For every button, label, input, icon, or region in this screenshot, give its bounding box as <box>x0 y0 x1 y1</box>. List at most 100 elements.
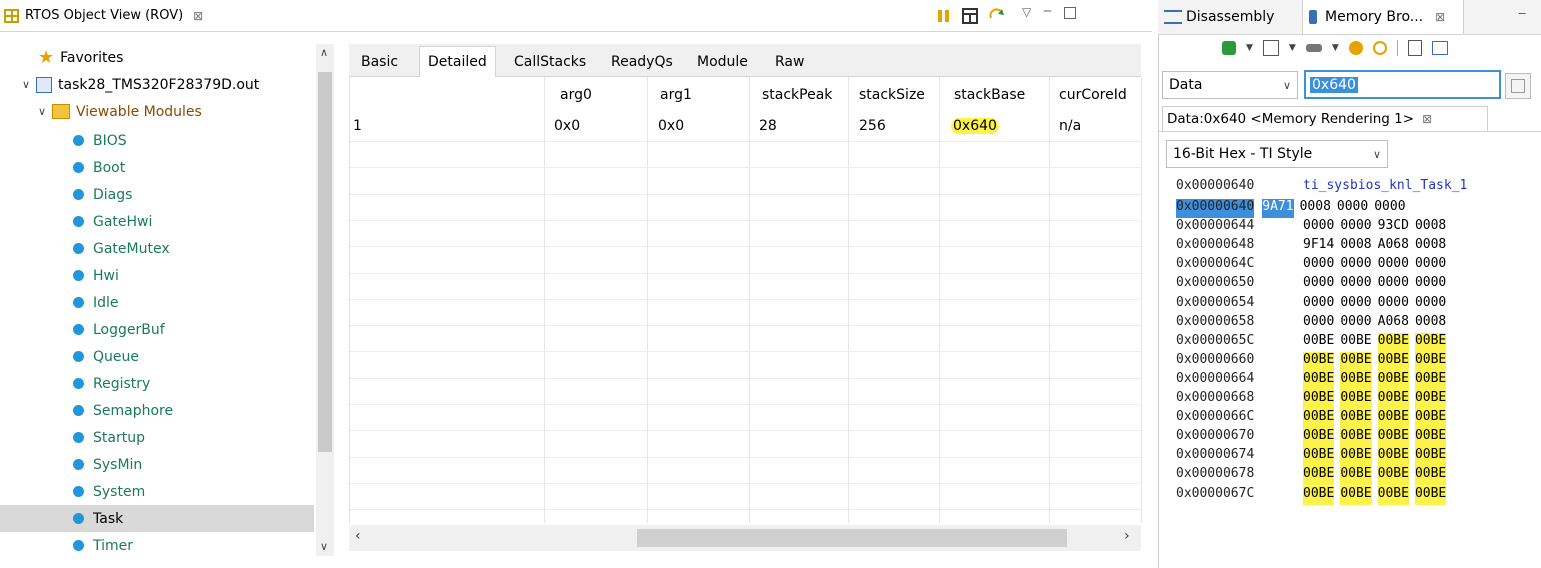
save-memory-icon[interactable] <box>1305 44 1322 52</box>
memory-value[interactable]: 0000 <box>1378 256 1409 275</box>
tree-item-module[interactable]: Task <box>0 505 314 532</box>
refresh-icon[interactable] <box>988 8 1004 24</box>
memory-value[interactable]: 00BE <box>1340 428 1372 448</box>
new-memory-monitor-icon[interactable] <box>1222 41 1236 55</box>
memory-value[interactable]: 00BE <box>1377 485 1409 505</box>
memory-value[interactable]: 00BE <box>1414 466 1447 486</box>
memory-value[interactable]: 00BE <box>1377 447 1409 467</box>
tab-callstacks[interactable]: CallStacks <box>506 50 594 74</box>
memory-row[interactable]: 0x00000644 0000 0000 93CD 0008 <box>1176 218 1452 237</box>
memory-row[interactable]: 0x00000664 00BE 00BE 00BE 00BE <box>1176 370 1452 390</box>
memory-value[interactable]: 0000 <box>1340 295 1371 314</box>
memory-value[interactable]: 00BE <box>1377 370 1409 390</box>
memory-value[interactable]: 00BE <box>1340 466 1372 486</box>
memory-value[interactable]: 0000 <box>1303 295 1334 314</box>
memory-value[interactable]: 00BE <box>1377 466 1409 486</box>
memory-value[interactable]: 0008 <box>1415 237 1446 256</box>
memory-value[interactable]: 0000 <box>1415 295 1446 314</box>
scroll-up-icon[interactable]: ∧ <box>320 46 328 59</box>
memory-value[interactable]: 0000 <box>1415 275 1446 294</box>
memory-row[interactable]: 0x0000067C 00BE 00BE 00BE 00BE <box>1176 485 1452 505</box>
memory-value[interactable]: 00BE <box>1303 370 1335 390</box>
close-icon[interactable]: ⊠ <box>1422 112 1432 126</box>
memory-value[interactable]: A068 <box>1378 314 1409 333</box>
memory-value[interactable]: 00BE <box>1303 351 1335 371</box>
tree-item-module[interactable]: Hwi <box>0 262 314 289</box>
memory-value[interactable]: 00BE <box>1340 485 1372 505</box>
memory-value[interactable]: 93CD <box>1378 218 1409 237</box>
memory-value[interactable]: 00BE <box>1377 332 1409 352</box>
memory-value[interactable]: 0000 <box>1303 256 1334 275</box>
memory-value[interactable]: 0008 <box>1415 314 1446 333</box>
memory-value[interactable]: A068 <box>1378 237 1409 256</box>
tab-module[interactable]: Module <box>689 50 756 74</box>
close-icon[interactable]: ⊠ <box>1435 10 1445 24</box>
tab-disassembly[interactable]: Disassembly <box>1158 0 1280 34</box>
dropdown-icon[interactable]: ▼ <box>1289 43 1296 53</box>
memory-value[interactable]: 00BE <box>1414 485 1447 505</box>
memory-value[interactable]: 00BE <box>1414 447 1447 467</box>
minimize-icon[interactable]: ‒ <box>1043 3 1052 19</box>
memory-value[interactable]: 0000 <box>1340 314 1371 333</box>
memory-value[interactable]: 00BE <box>1414 370 1447 390</box>
close-icon[interactable]: ⊠ <box>193 9 203 23</box>
memory-value[interactable]: 00BE <box>1414 390 1447 409</box>
tree-item-module[interactable]: Boot <box>0 154 314 181</box>
tree-item-module[interactable]: Diags <box>0 181 314 208</box>
memory-page-select[interactable]: Data ∨ <box>1162 71 1298 99</box>
memory-value[interactable]: 0000 <box>1303 275 1334 294</box>
tree-item-executable[interactable]: ∨ task28_TMS320F28379D.out <box>0 71 336 98</box>
memory-value[interactable]: 0000 <box>1415 256 1446 275</box>
table-grid-icon[interactable] <box>962 8 978 24</box>
load-memory-icon[interactable] <box>1262 40 1279 56</box>
memory-value[interactable]: 9F14 <box>1303 237 1334 256</box>
memory-value[interactable]: 00BE <box>1303 466 1335 486</box>
memory-value[interactable]: 00BE <box>1303 428 1335 448</box>
memory-row[interactable]: 0x0000066C 00BE 00BE 00BE 00BE <box>1176 409 1452 429</box>
memory-value[interactable]: 9A71 <box>1262 199 1294 218</box>
memory-row[interactable]: 0x00000674 00BE 00BE 00BE 00BE <box>1176 447 1452 467</box>
tree-item-module[interactable]: GateMutex <box>0 235 314 262</box>
memory-value[interactable]: 00BE <box>1303 485 1335 505</box>
memory-value[interactable]: 00BE <box>1303 447 1335 467</box>
memory-value[interactable]: 00BE <box>1377 428 1409 448</box>
scroll-down-icon[interactable]: ∨ <box>320 540 328 553</box>
minimize-icon[interactable]: ‒ <box>1518 6 1526 21</box>
view-menu-icon[interactable]: ▽ <box>1022 5 1031 19</box>
memory-row[interactable]: 0x0000064C 0000 0000 0000 0000 <box>1176 256 1452 275</box>
column-header-stackbase[interactable]: stackBase <box>954 87 1025 103</box>
scroll-left-icon[interactable]: ‹ <box>355 528 361 544</box>
go-button[interactable] <box>1505 73 1531 99</box>
memory-value[interactable]: 00BE <box>1340 409 1372 429</box>
memory-value[interactable]: 00BE <box>1414 332 1447 352</box>
tree-item-module[interactable]: Idle <box>0 289 314 316</box>
dropdown-icon[interactable]: ▼ <box>1246 43 1253 53</box>
tree-item-module[interactable]: Timer <box>0 532 314 559</box>
memory-value[interactable]: 00BE <box>1377 409 1409 429</box>
memory-row[interactable]: 0x00000640 9A71 0008 0000 0000 <box>1176 199 1412 218</box>
maximize-icon[interactable] <box>1064 7 1076 19</box>
memory-row[interactable]: 0x00000670 00BE 00BE 00BE 00BE <box>1176 428 1452 448</box>
rov-tab[interactable]: RTOS Object View (ROV) ⊠ <box>0 0 203 31</box>
chevron-down-icon[interactable]: ∨ <box>22 78 36 91</box>
memory-row[interactable]: 0x00000660 00BE 00BE 00BE 00BE <box>1176 351 1452 371</box>
tab-basic[interactable]: Basic <box>353 50 406 74</box>
column-header-arg1[interactable]: arg1 <box>660 87 692 103</box>
address-input[interactable]: 0x640 <box>1304 70 1501 99</box>
column-header-curcoreid[interactable]: curCoreId <box>1059 87 1127 103</box>
memory-value[interactable]: 00BE <box>1303 409 1335 429</box>
memory-row[interactable]: 0x00000648 9F14 0008 A068 0008 <box>1176 237 1452 256</box>
tab-readyqs[interactable]: ReadyQs <box>603 50 681 74</box>
tree-item-module[interactable]: BIOS <box>0 127 314 154</box>
new-tab-icon[interactable] <box>1407 40 1422 56</box>
tab-memory-rendering[interactable]: Data:0x640 <Memory Rendering 1> ⊠ <box>1162 106 1488 131</box>
memory-value[interactable]: 0000 <box>1374 199 1405 218</box>
memory-value[interactable]: 00BE <box>1340 447 1372 467</box>
tab-raw[interactable]: Raw <box>767 50 812 74</box>
tree-item-module[interactable]: GateHwi <box>0 208 314 235</box>
tab-detailed[interactable]: Detailed <box>419 46 496 77</box>
memory-row[interactable]: 0x00000658 0000 0000 A068 0008 <box>1176 314 1452 333</box>
memory-value[interactable]: 0000 <box>1378 295 1409 314</box>
memory-value[interactable]: 0008 <box>1300 199 1331 218</box>
column-header-stacksize[interactable]: stackSize <box>859 87 925 103</box>
